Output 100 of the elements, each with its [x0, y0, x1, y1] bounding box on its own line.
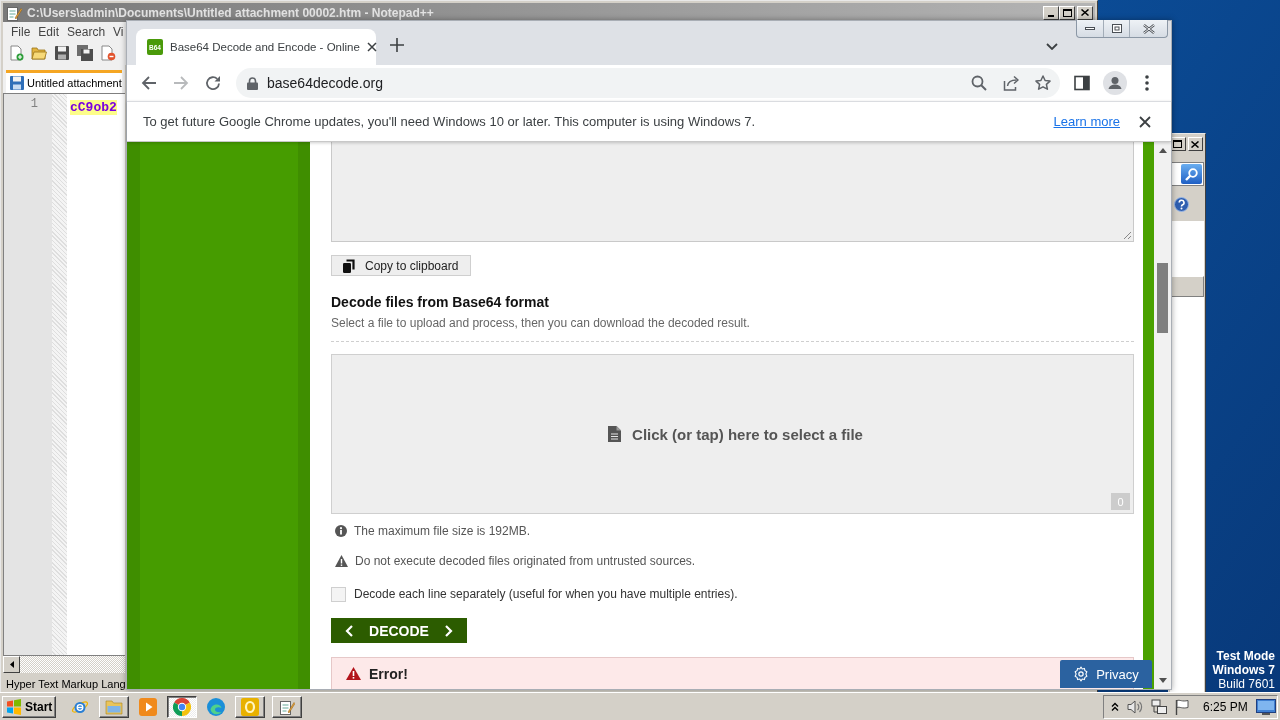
line-number: 1	[30, 97, 38, 112]
lock-icon	[247, 76, 258, 90]
file-tab[interactable]: Untitled attachment	[6, 70, 122, 93]
start-button[interactable]: Start	[2, 695, 56, 718]
side-panel-icon	[1074, 75, 1090, 91]
scrollbar-thumb[interactable]	[1157, 263, 1168, 333]
checkbox[interactable]	[331, 586, 346, 602]
reload-icon	[205, 75, 221, 91]
clock-text: 6:25 PM	[1203, 699, 1248, 714]
close-icon	[366, 42, 377, 52]
double-chevron-icon[interactable]	[1111, 701, 1119, 712]
play-icon	[139, 697, 157, 716]
tab-close-button[interactable]	[366, 42, 377, 52]
search-button[interactable]	[971, 75, 987, 91]
chevron-right-icon	[445, 624, 453, 637]
profile-button[interactable]	[1103, 71, 1127, 95]
back-arrow-icon	[141, 75, 157, 91]
browser-logo-icon	[173, 697, 191, 716]
search-icon	[1185, 167, 1198, 181]
vertical-scrollbar[interactable]	[1154, 142, 1171, 689]
flag-icon[interactable]	[1175, 698, 1189, 715]
star-icon	[1035, 75, 1051, 91]
horizontal-scrollbar[interactable]	[3, 656, 125, 673]
scroll-up-icon[interactable]	[1158, 148, 1167, 153]
floppy-stack-icon[interactable]	[77, 45, 93, 61]
warning-icon	[346, 667, 361, 680]
notepad-icon	[279, 698, 295, 715]
network-icon[interactable]	[1151, 698, 1167, 715]
maximize-button[interactable]	[1059, 5, 1075, 20]
new-file-icon[interactable]	[8, 45, 24, 61]
privacy-button[interactable]: Privacy	[1060, 660, 1152, 688]
close-icon	[1081, 9, 1089, 16]
plus-icon	[390, 38, 404, 52]
decode-button[interactable]: DECODE	[331, 618, 467, 643]
search-field[interactable]	[1170, 162, 1204, 186]
chevron-left-icon	[345, 624, 353, 637]
test-mode-text: Build 7601	[1218, 677, 1275, 691]
test-mode-text: Windows 7	[1212, 663, 1275, 677]
speaker-icon[interactable]	[1127, 698, 1143, 715]
scroll-left-button[interactable]	[3, 656, 20, 673]
section-heading: Decode files from Base64 format	[331, 294, 550, 311]
search-icon	[971, 75, 987, 91]
taskbar-button[interactable]	[167, 695, 197, 718]
swirl-logo-icon	[207, 697, 225, 716]
new-tab-button[interactable]	[390, 38, 404, 52]
menu-button[interactable]	[1145, 75, 1149, 91]
learn-more-link[interactable]: Learn more	[1053, 114, 1120, 129]
checkbox-label[interactable]: Decode each line separately (useful for when you have multiple entries).	[354, 586, 738, 602]
left-triangle-icon	[9, 661, 14, 668]
scroll-down-icon[interactable]	[1158, 678, 1167, 683]
info-icon	[335, 525, 347, 537]
minimize-button[interactable]	[1043, 5, 1059, 20]
close-icon	[1139, 115, 1151, 128]
bookmark-button[interactable]	[1035, 75, 1051, 91]
ring-tile-icon	[241, 697, 259, 716]
share-button[interactable]	[1003, 75, 1019, 91]
help-icon[interactable]	[1174, 197, 1189, 212]
menu-item[interactable]: File	[7, 24, 35, 39]
copy-icon	[343, 258, 355, 273]
note-text: The maximum file size is 192MB.	[354, 524, 531, 538]
search-button[interactable]	[1181, 164, 1202, 184]
close-icon	[1191, 140, 1200, 148]
menu-item[interactable]: Search	[63, 24, 110, 39]
chevron-down-icon	[1046, 43, 1058, 50]
maximize-icon	[1173, 140, 1183, 148]
menu-item[interactable]: Vi	[109, 24, 128, 39]
close-button[interactable]	[1139, 115, 1151, 128]
avatar-icon	[1103, 71, 1127, 95]
gear-icon	[1073, 666, 1090, 682]
restore-icon	[1111, 24, 1122, 33]
page-minus-icon[interactable]	[100, 45, 116, 61]
status-text: Hyper Text Markup Lang	[6, 678, 126, 690]
test-mode-text: Test Mode	[1216, 649, 1275, 663]
back-button[interactable]	[141, 75, 157, 91]
window-title: C:\Users\admin\Documents\Untitled attachment 00002.htm - Notepad++	[27, 5, 435, 20]
address-bar[interactable]: base64decode.org	[236, 68, 1060, 98]
reload-button[interactable]	[205, 75, 221, 91]
side-panel-button[interactable]	[1074, 75, 1090, 91]
menu-item[interactable]: Edit	[34, 24, 64, 39]
show-desktop-icon[interactable]	[1255, 698, 1276, 715]
minimize-icon	[1048, 14, 1054, 17]
copy-button[interactable]: Copy to clipboard	[331, 255, 472, 276]
close-icon	[1142, 23, 1155, 34]
warning-icon	[335, 555, 348, 567]
file-icon	[608, 426, 622, 442]
maximize-icon	[1062, 8, 1072, 17]
menu-icon	[1145, 75, 1149, 91]
tab-list-button[interactable]	[1046, 43, 1058, 50]
error-title: Error!	[369, 665, 408, 682]
minimize-icon	[1085, 27, 1095, 30]
panel-button[interactable]	[1170, 276, 1204, 297]
notepad-icon	[6, 4, 22, 21]
section-description: Select a file to upload and process, then you can download the decoded result.	[331, 315, 751, 331]
resize-grip-icon	[1123, 231, 1131, 239]
folder-icon[interactable]	[31, 45, 47, 61]
infobar-message: To get future Google Chrome updates, you'll need Windows 10 or later. This computer is using Windows 7.	[143, 114, 757, 129]
folder-icon	[105, 698, 123, 715]
share-icon	[1003, 75, 1019, 91]
start-flag-icon	[6, 698, 22, 715]
forward-arrow-icon	[173, 75, 189, 91]
